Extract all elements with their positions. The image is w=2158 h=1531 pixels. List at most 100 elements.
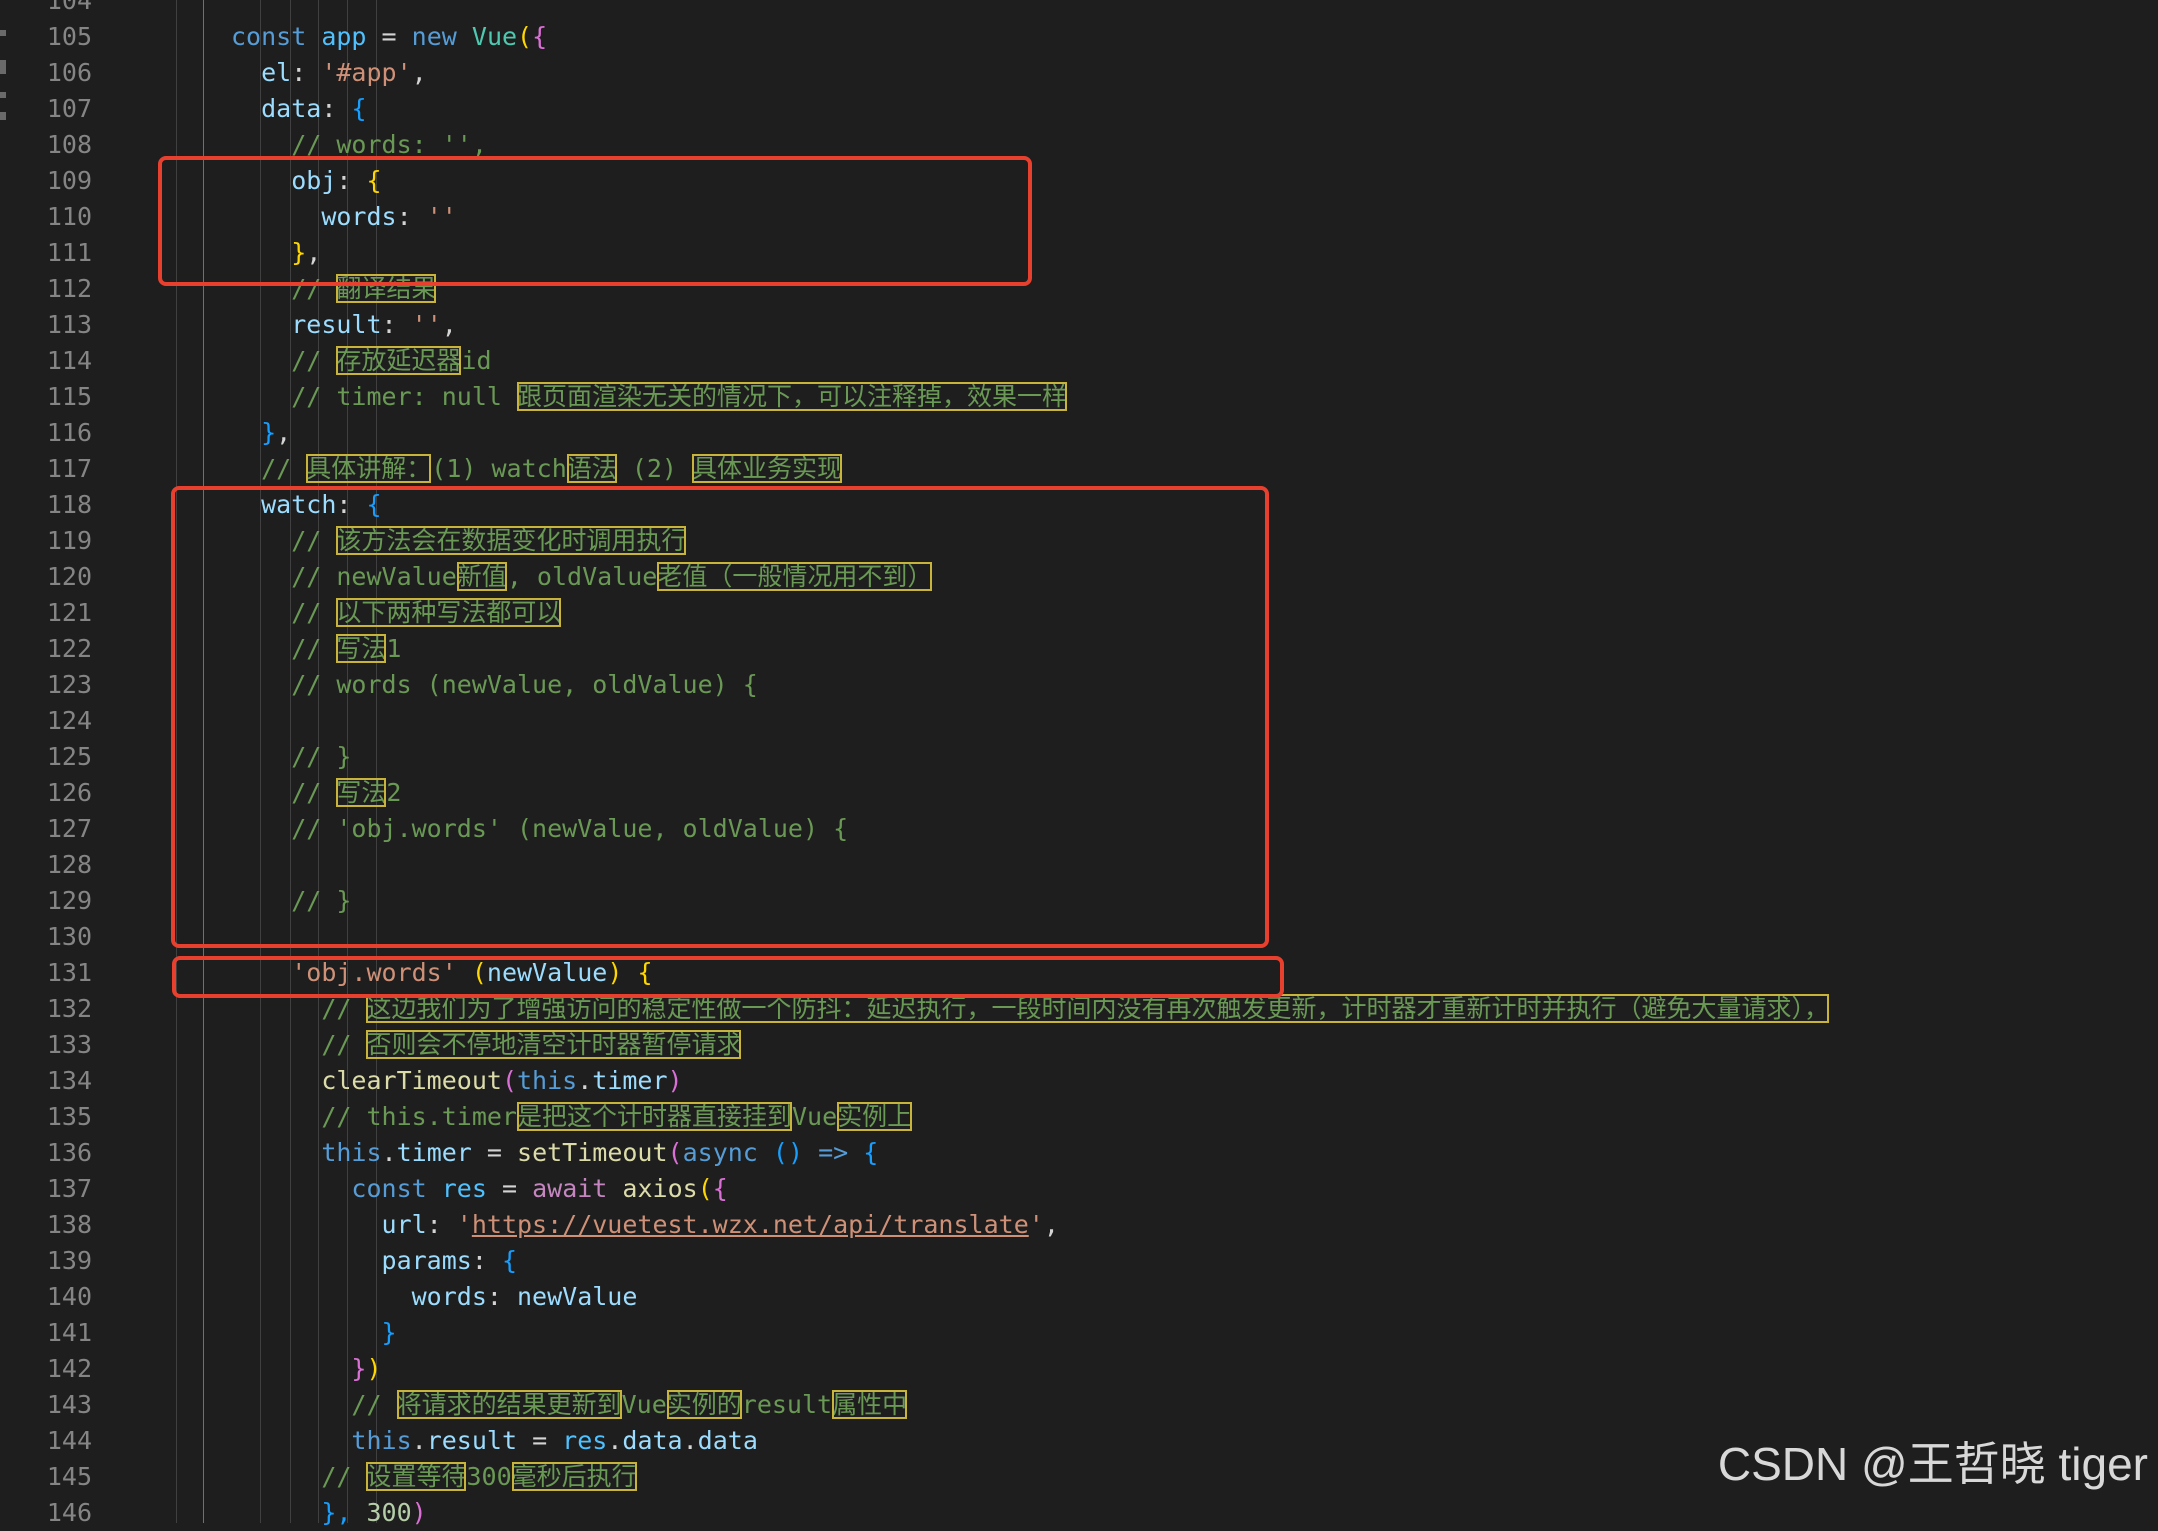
operator: = [501, 1174, 518, 1203]
property: words [321, 202, 397, 231]
code-line[interactable]: 122 // 写法1 [0, 631, 2158, 667]
comment-cjk: 实例的 [666, 1390, 742, 1419]
comment-cjk: 存放延迟器 [336, 346, 462, 375]
code-line[interactable]: 117 // 具体讲解：(1) watch语法 (2) 具体业务实现 [0, 451, 2158, 487]
comment: // [351, 1390, 397, 1419]
code-line[interactable]: 120 // newValue新值, oldValue老值（一般情况用不到） [0, 559, 2158, 595]
code-line[interactable]: 109 obj: { [0, 163, 2158, 199]
line-number: 120 [46, 562, 92, 591]
bracket: ) [667, 1066, 683, 1095]
code-line[interactable]: 141 } [0, 1315, 2158, 1351]
line-number: 112 [46, 274, 92, 303]
comment: id [461, 346, 492, 375]
line-number: 106 [46, 58, 92, 87]
colon: : [486, 1282, 517, 1311]
code-line[interactable]: 124 [0, 703, 2158, 739]
line-number: 128 [46, 850, 92, 879]
code-line[interactable]: 118 watch: { [0, 487, 2158, 523]
code-line[interactable]: 138 url: 'https://vuetest.wzx.net/api/tr… [0, 1207, 2158, 1243]
code-line[interactable]: 108 // words: '', [0, 127, 2158, 163]
code-line[interactable]: 116 }, [0, 415, 2158, 451]
bracket: { [637, 958, 653, 987]
code-line[interactable]: 121 // 以下两种写法都可以 [0, 595, 2158, 631]
line-number: 142 [46, 1354, 92, 1383]
code-line[interactable]: 133 // 否则会不停地清空计时器暂停请求 [0, 1027, 2158, 1063]
code-line[interactable]: 130 [0, 919, 2158, 955]
code-line[interactable]: 125 // } [0, 739, 2158, 775]
comment-cjk: 具体讲解： [306, 454, 432, 483]
code-line[interactable]: 113 result: '', [0, 307, 2158, 343]
comma: , [411, 58, 427, 87]
line-number: 124 [46, 706, 92, 735]
comment-cjk: 翻译结果 [336, 274, 437, 303]
code-line[interactable]: 114 // 存放延迟器id [0, 343, 2158, 379]
colon: : [381, 310, 412, 339]
comment: 300 [466, 1462, 512, 1491]
code-line[interactable]: 104 [0, 0, 2158, 19]
comment: // newValue [291, 562, 457, 591]
keyword: await [532, 1174, 608, 1203]
code-line[interactable]: 110 words: '' [0, 199, 2158, 235]
url-link[interactable]: https://vuetest.wzx.net/api/translate [472, 1210, 1029, 1239]
line-number: 109 [46, 166, 92, 195]
dot: . [607, 1426, 623, 1455]
line-number: 131 [46, 958, 92, 987]
line-number: 104 [46, 0, 92, 15]
code-line[interactable]: 131 'obj.words' (newValue) { [0, 955, 2158, 991]
line-number: 141 [46, 1318, 92, 1347]
code-line[interactable]: 112 // 翻译结果 [0, 271, 2158, 307]
comment: // [291, 778, 337, 807]
line-number: 117 [46, 454, 92, 483]
comment-cjk: 具体业务实现 [692, 454, 843, 483]
code-line[interactable]: 126 // 写法2 [0, 775, 2158, 811]
code-line[interactable]: 115 // timer: null 跟页面渲染无关的情况下，可以注释掉，效果一… [0, 379, 2158, 415]
code-line[interactable]: 135 // this.timer是把这个计时器直接挂到Vue实例上 [0, 1099, 2158, 1135]
comment-cjk: 该方法会在数据变化时调用执行 [336, 526, 687, 555]
code-line[interactable]: 136 this.timer = setTimeout(async () => … [0, 1135, 2158, 1171]
code-line[interactable]: 106 el: '#app', [0, 55, 2158, 91]
comment: // } [291, 742, 352, 771]
comment: // } [291, 886, 352, 915]
bracket: ( [517, 22, 533, 51]
code-editor[interactable]: 104 105 const app = new Vue({ 106 el: '#a… [0, 0, 2158, 1527]
comment: // [321, 1030, 367, 1059]
code-line[interactable]: 137 const res = await axios({ [0, 1171, 2158, 1207]
comment: 2 [386, 778, 402, 807]
code-line[interactable]: 139 params: { [0, 1243, 2158, 1279]
line-number: 145 [46, 1462, 92, 1491]
property: timer [396, 1138, 472, 1167]
code-line[interactable]: 142 }) [0, 1351, 2158, 1387]
function: setTimeout [517, 1138, 668, 1167]
identifier: res [441, 1174, 487, 1203]
code-line[interactable]: 111 }, [0, 235, 2158, 271]
bracket: { [366, 490, 382, 519]
bracket: ( [501, 1066, 517, 1095]
code-line[interactable]: 123 // words (newValue, oldValue) { [0, 667, 2158, 703]
comment: 1 [386, 634, 402, 663]
operator: = [517, 1426, 563, 1455]
code-line[interactable]: 140 words: newValue [0, 1279, 2158, 1315]
code-line[interactable]: 129 // } [0, 883, 2158, 919]
comment: // words (newValue, oldValue) { [291, 670, 758, 699]
comment: // [291, 526, 337, 555]
comment: // this.timer [321, 1102, 517, 1131]
code-line[interactable]: 119 // 该方法会在数据变化时调用执行 [0, 523, 2158, 559]
code-line[interactable]: 134 clearTimeout(this.timer) [0, 1063, 2158, 1099]
comment-cjk: 以下两种写法都可以 [336, 598, 562, 627]
line-number: 111 [46, 238, 92, 267]
line-number: 116 [46, 418, 92, 447]
code-line[interactable]: 146 }, 300) [0, 1495, 2158, 1531]
bracket: } [381, 1318, 397, 1347]
bracket: } [291, 238, 307, 267]
code-line[interactable]: 128 [0, 847, 2158, 883]
keyword: new [411, 22, 457, 51]
code-line[interactable]: 105 const app = new Vue({ [0, 19, 2158, 55]
code-line[interactable]: 107 data: { [0, 91, 2158, 127]
code-line[interactable]: 132 // 这边我们为了增强访问的稳定性做一个防抖：延迟执行，一段时间内没有再… [0, 991, 2158, 1027]
line-number: 108 [46, 130, 92, 159]
code-line[interactable]: 143 // 将请求的结果更新到Vue实例的result属性中 [0, 1387, 2158, 1423]
operator: = [471, 1138, 518, 1167]
comment: , oldValue [506, 562, 658, 591]
code-line[interactable]: 127 // 'obj.words' (newValue, oldValue) … [0, 811, 2158, 847]
bracket: { [532, 22, 548, 51]
